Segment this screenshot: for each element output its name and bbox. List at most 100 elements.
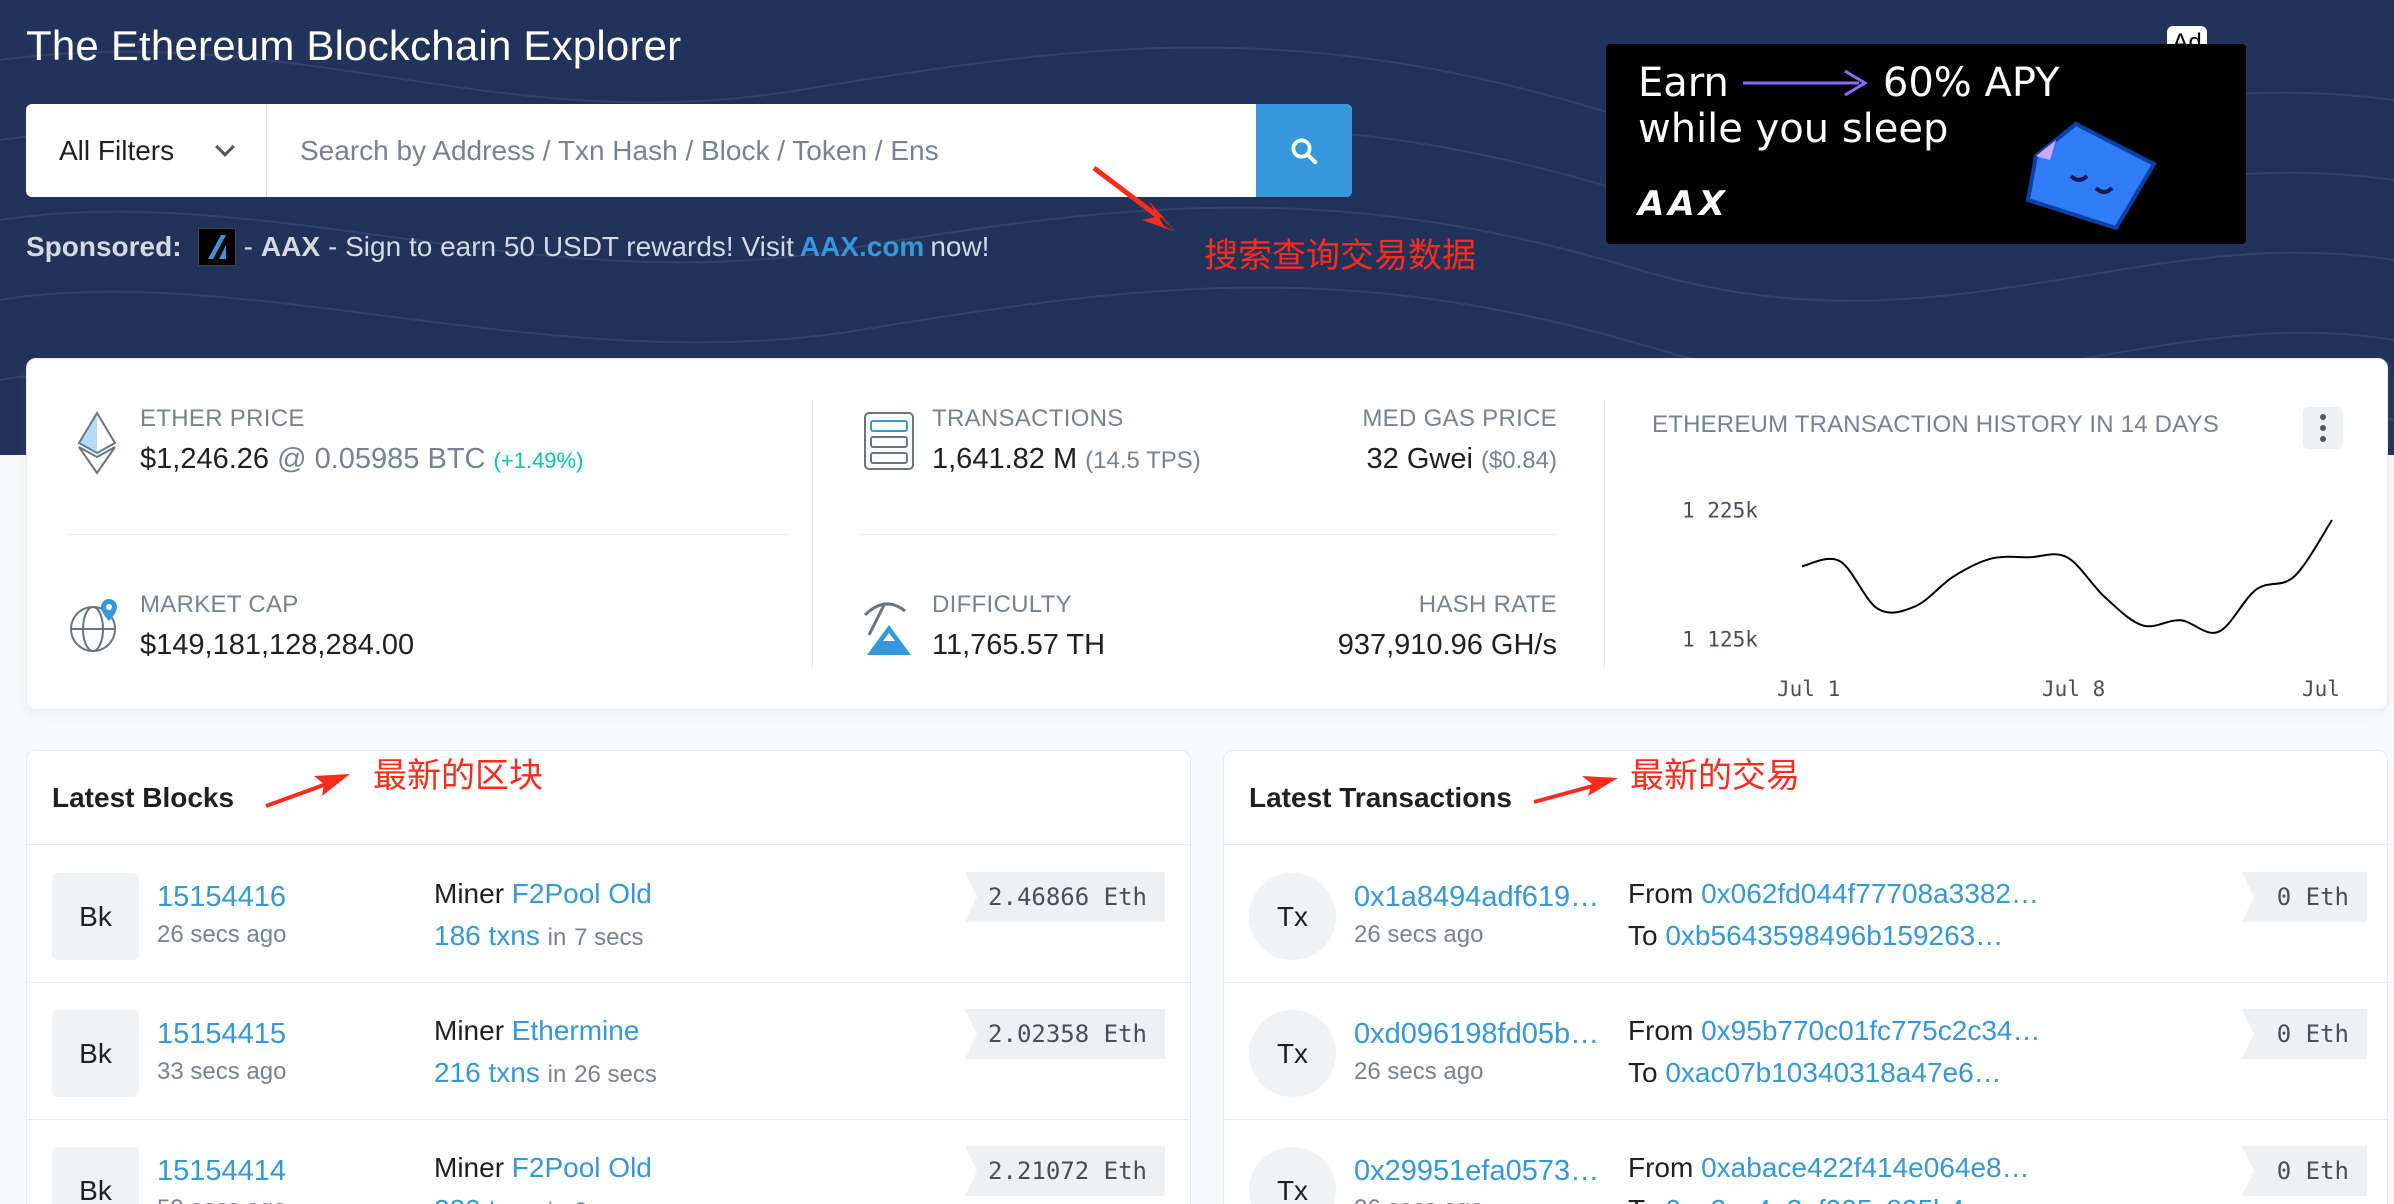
server-icon xyxy=(864,412,914,470)
transactions-tps[interactable]: (14.5 TPS) xyxy=(1085,447,1201,474)
hash-rate-label: HASH RATE xyxy=(1418,591,1557,618)
block-number-link[interactable]: 15154416 xyxy=(157,881,286,914)
search-button[interactable] xyxy=(1256,104,1352,197)
chart-point[interactable] xyxy=(1875,606,1881,612)
chart-point[interactable] xyxy=(1950,574,1956,580)
transaction-icon: Tx xyxy=(1249,873,1336,960)
from-address-link[interactable]: 0x062fd044f77708a3382… xyxy=(1701,878,2039,909)
transaction-icon-label: Tx xyxy=(1276,1037,1309,1069)
x-tick-label: Jul 15 xyxy=(2302,677,2352,701)
ether-price-label: ETHER PRICE xyxy=(140,405,305,432)
transaction-to: To 0xe2ca4e3af905c895b4… xyxy=(1628,1194,1992,1204)
dot xyxy=(2320,425,2326,431)
to-label: To xyxy=(1628,1057,1658,1088)
divider xyxy=(1604,399,1605,669)
divider xyxy=(812,399,813,669)
chart-point[interactable] xyxy=(2291,574,2297,580)
from-address-link[interactable]: 0xabace422f414e064e8… xyxy=(1701,1152,2030,1183)
miner-link[interactable]: F2Pool Old xyxy=(512,1152,652,1183)
transaction-from: From 0x95b770c01fc775c2c34… xyxy=(1628,1015,2040,1047)
ether-price-btc: 0.05985 BTC xyxy=(314,443,486,475)
to-label: To xyxy=(1628,1194,1658,1204)
from-label: From xyxy=(1628,1015,1694,1046)
annotation-arrow-transactions xyxy=(1533,776,1618,804)
ad-headline-earn: Earn xyxy=(1638,60,1729,106)
block-miner: Miner F2Pool Old xyxy=(434,1152,652,1184)
x-tick-label: Jul 1 xyxy=(1777,677,1840,701)
gas-price-gwei: 32 Gwei xyxy=(1366,443,1473,475)
sleeping-pillow-icon xyxy=(2025,121,2157,231)
miner-link[interactable]: Ethermine xyxy=(512,1015,640,1046)
block-number-link[interactable]: 15154414 xyxy=(157,1155,286,1188)
transaction-hash-link[interactable]: 0x1a8494adf619… xyxy=(1354,881,1599,914)
market-cap-label: MARKET CAP xyxy=(140,591,299,618)
chart-point[interactable] xyxy=(2215,629,2221,635)
annotation-search: 搜索查询交易数据 xyxy=(1204,236,1476,276)
from-address-link[interactable]: 0x95b770c01fc775c2c34… xyxy=(1701,1015,2040,1046)
chart-point[interactable] xyxy=(1837,558,1843,564)
latest-transactions-panel: Latest Transactions Tx 0x1a8494adf619… 26 … xyxy=(1223,750,2388,1204)
chart-point[interactable] xyxy=(2064,554,2070,560)
difficulty-value: 11,765.57 TH xyxy=(932,629,1106,661)
transaction-row: Tx 0x29951efa0573… 26 secs ago From 0xabace… xyxy=(1224,1120,2387,1204)
chart-series-line xyxy=(1801,519,2333,634)
chart-point[interactable] xyxy=(2102,594,2108,600)
transaction-age: 26 secs ago xyxy=(1354,1195,1483,1204)
to-address-link[interactable]: 0xb5643598496b159263… xyxy=(1665,920,2003,951)
chart-point[interactable] xyxy=(2329,517,2335,523)
transaction-hash-link[interactable]: 0xd096198fd05b… xyxy=(1354,1018,1599,1051)
latest-transactions-title: Latest Transactions xyxy=(1224,751,2387,845)
transactions-value: 1,641.82 M (14.5 TPS) xyxy=(932,443,1201,476)
transaction-hash-link[interactable]: 0x29951efa0573… xyxy=(1354,1155,1599,1188)
difficulty-label: DIFFICULTY xyxy=(932,591,1072,618)
txns-link[interactable]: 280 txns xyxy=(434,1194,540,1204)
divider xyxy=(67,534,789,535)
annotation-transactions: 最新的交易 xyxy=(1630,756,1800,796)
block-time: 26 secs xyxy=(574,1061,657,1088)
chart-point[interactable] xyxy=(2026,554,2032,560)
txns-link[interactable]: 186 txns xyxy=(434,920,540,951)
transaction-history-chart[interactable]: 1 225k 1 125k Jul 1 Jul 8 Jul 15 xyxy=(1652,464,2352,704)
chart-menu-button[interactable] xyxy=(2303,407,2343,449)
in-label: in xyxy=(547,924,567,951)
chart-point[interactable] xyxy=(2178,617,2184,623)
aax-logo-icon xyxy=(197,228,236,266)
transaction-row: Tx 0x1a8494adf619… 26 secs ago From 0x062fd… xyxy=(1224,846,2387,983)
chart-point[interactable] xyxy=(1799,563,1805,569)
block-txns: 216 txns in 26 secs xyxy=(434,1057,657,1089)
page-title: The Ethereum Blockchain Explorer xyxy=(26,22,682,69)
filter-dropdown[interactable]: All Filters xyxy=(26,104,267,197)
chevron-down-icon xyxy=(215,136,235,157)
transaction-icon-label: Tx xyxy=(1276,1174,1309,1204)
block-reward-badge: 2.02358 Eth xyxy=(965,1009,1165,1059)
stats-card: ETHER PRICE $1,246.26 @ 0.05985 BTC (+1.… xyxy=(26,358,2388,710)
to-address-link[interactable]: 0xe2ca4e3af905c895b4… xyxy=(1665,1194,1992,1204)
transaction-row: Tx 0xd096198fd05b… 26 secs ago From 0x95b77… xyxy=(1224,983,2387,1120)
to-address-link[interactable]: 0xac07b10340318a47e6… xyxy=(1665,1057,2001,1088)
miner-link[interactable]: F2Pool Old xyxy=(512,878,652,909)
gas-price-value[interactable]: 32 Gwei ($0.84) xyxy=(1257,443,1558,476)
transaction-to: To 0xac07b10340318a47e6… xyxy=(1628,1057,2002,1089)
ad-banner[interactable]: Earn 60% APY while you sleep AAX xyxy=(1606,44,2246,244)
txns-link[interactable]: 216 txns xyxy=(434,1057,540,1088)
chart-point[interactable] xyxy=(2140,622,2146,628)
block-txns: 186 txns in 7 secs xyxy=(434,920,643,952)
block-number-link[interactable]: 15154415 xyxy=(157,1018,286,1051)
y-tick-label: 1 125k xyxy=(1682,627,1758,651)
block-miner: Miner Ethermine xyxy=(434,1015,639,1047)
block-row: Bk 15154415 33 secs ago Miner Ethermine 216 … xyxy=(27,983,1190,1120)
transaction-value-badge: 0 Eth xyxy=(2242,1009,2367,1059)
chart-point[interactable] xyxy=(1913,603,1919,609)
transaction-age: 26 secs ago xyxy=(1354,1058,1484,1085)
block-icon-label: Bk xyxy=(79,900,112,932)
arrow-right-icon xyxy=(1742,69,1868,97)
ad-headline-apy: 60% APY xyxy=(1882,60,2060,106)
sponsored-link[interactable]: AAX.com xyxy=(800,231,924,263)
annotation-arrow-blocks xyxy=(265,774,350,808)
transactions-stat: TRANSACTIONS 1,641.82 M (14.5 TPS) xyxy=(932,405,1201,476)
chart-point[interactable] xyxy=(1988,556,1994,562)
ether-price-stat: ETHER PRICE $1,246.26 @ 0.05985 BTC (+1.… xyxy=(140,405,583,476)
sponsored-label: Sponsored: xyxy=(26,231,182,262)
block-age: 59 secs ago xyxy=(157,1195,286,1204)
chart-point[interactable] xyxy=(2253,586,2259,592)
